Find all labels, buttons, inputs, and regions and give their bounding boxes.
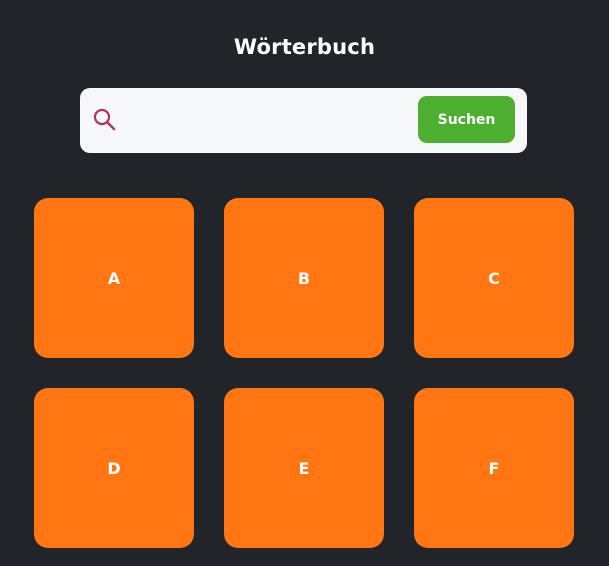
letter-tile-b[interactable]: B [224, 198, 384, 358]
letter-tile-d[interactable]: D [34, 388, 194, 548]
search-icon [93, 108, 116, 131]
letter-tile-e[interactable]: E [224, 388, 384, 548]
letter-tile-a[interactable]: A [34, 198, 194, 358]
page-title: Wörterbuch [233, 35, 376, 59]
search-input[interactable] [126, 100, 406, 140]
letter-tile-f[interactable]: F [414, 388, 574, 548]
letter-tile-c[interactable]: C [414, 198, 574, 358]
search-button[interactable]: Suchen [418, 96, 515, 143]
